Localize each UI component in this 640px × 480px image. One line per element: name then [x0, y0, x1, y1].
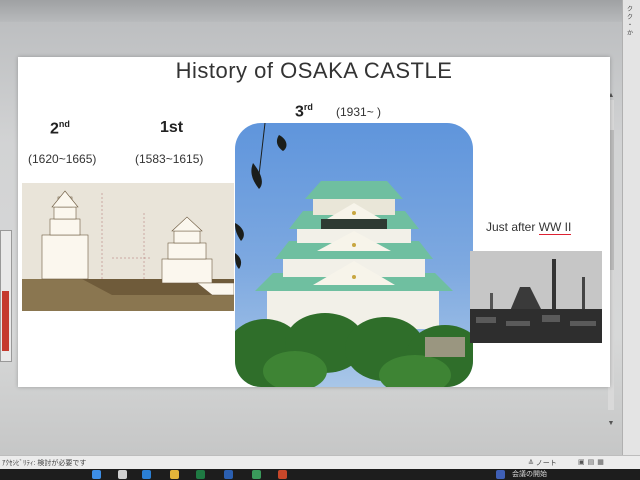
- start-icon[interactable]: [92, 470, 101, 479]
- slide-canvas[interactable]: History of OSAKA CASTLE 2nd (1620~1665) …: [18, 57, 610, 387]
- ww-label-text: Just after: [486, 220, 539, 234]
- label-3rd: 3rd: [295, 102, 313, 121]
- status-bar: ｱｸｾｼﾋﾞﾘﾃｨ: 検討が必要です ≙ ノート ▣▤▦: [0, 455, 640, 470]
- edge-icon[interactable]: [142, 470, 151, 479]
- ww-label: Just after WW II: [486, 220, 572, 235]
- powerpoint-icon[interactable]: [278, 470, 287, 479]
- label-1st: 1st: [160, 119, 184, 136]
- label-2nd-num: 2: [50, 120, 59, 138]
- teams-icon[interactable]: [496, 470, 505, 479]
- accessibility-status[interactable]: ｱｸｾｼﾋﾞﾘﾃｨ: 検討が必要です: [2, 458, 86, 468]
- label-2nd-suffix: nd: [58, 119, 70, 129]
- excel-icon[interactable]: [196, 470, 205, 479]
- notes-button[interactable]: ≙ ノート: [528, 458, 557, 468]
- label-3rd-suffix: rd: [303, 102, 313, 112]
- years-3rd: (1931~ ): [336, 105, 382, 119]
- scroll-down-icon[interactable]: ▼: [607, 420, 615, 428]
- label-2nd: 2nd: [50, 119, 70, 138]
- app-icon[interactable]: [252, 470, 261, 479]
- castle-illustration: [235, 123, 473, 387]
- taskbar: 会議の開始: [0, 469, 640, 480]
- castle-photo: [235, 123, 473, 387]
- castle-cross-section-diagram: [22, 183, 234, 311]
- ww-label-underlined: WW II: [538, 220, 572, 235]
- thumbnail-highlight: [2, 291, 9, 351]
- folder-icon[interactable]: [170, 470, 179, 479]
- years-1st: (1583~1615): [135, 152, 204, 166]
- years-2nd: (1620~1665): [28, 152, 97, 166]
- ribbon-edge: [0, 0, 640, 22]
- view-buttons[interactable]: ▣▤▦: [578, 458, 607, 466]
- side-pane-text: ク ク ・ か: [627, 7, 634, 37]
- label-3rd-num: 3: [295, 103, 304, 121]
- slide-title[interactable]: History of OSAKA CASTLE: [18, 58, 610, 84]
- meeting-text[interactable]: 会議の開始: [512, 469, 547, 479]
- slide-thumbnail-strip[interactable]: [0, 230, 12, 362]
- mail-icon[interactable]: [224, 470, 233, 479]
- side-pane: ク ク ・ か: [622, 0, 640, 455]
- task-view-icon[interactable]: [118, 470, 127, 479]
- postwar-photo: [470, 251, 602, 343]
